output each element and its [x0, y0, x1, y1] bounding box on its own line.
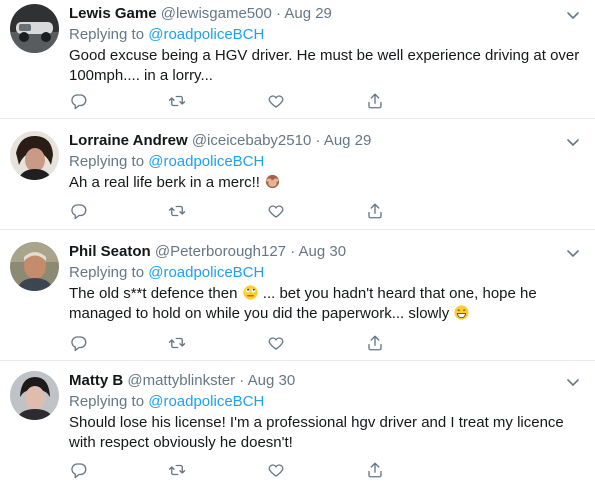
tweet-actions	[69, 91, 489, 111]
separator-dot: ·	[276, 5, 282, 22]
tweet-actions	[69, 333, 489, 353]
reply-icon[interactable]	[69, 91, 89, 111]
share-icon[interactable]	[365, 460, 385, 480]
replying-to-label: Replying to	[69, 26, 149, 43]
retweet-icon[interactable]	[167, 201, 187, 221]
tweet-header: Matty B @mattyblinkster · Aug 30	[69, 371, 581, 391]
separator-dot: ·	[290, 243, 296, 260]
avatar-image	[10, 371, 59, 420]
face-rolling-eyes-icon	[242, 284, 259, 301]
reply-timeline: Lewis Game @lewisgame500 · Aug 29 Replyi…	[0, 0, 595, 491]
tweet[interactable]: Phil Seaton @Peterborough127 · Aug 30 Re…	[0, 230, 595, 361]
tweet[interactable]: Lewis Game @lewisgame500 · Aug 29 Replyi…	[0, 0, 595, 119]
like-icon[interactable]	[266, 333, 286, 353]
retweet-icon[interactable]	[167, 460, 187, 480]
user-handle[interactable]: @lewisgame500	[161, 5, 272, 22]
tweet-actions	[69, 201, 489, 221]
share-icon[interactable]	[365, 201, 385, 221]
replying-to-label: Replying to	[69, 153, 149, 170]
replying-to: Replying to @roadpoliceBCH	[69, 152, 581, 172]
tweet-text-container: The old s**t defence then ... bet you ha…	[69, 284, 581, 324]
mention-link[interactable]: @roadpoliceBCH	[148, 153, 264, 170]
tweet[interactable]: Lorraine Andrew @iceicebaby2510 · Aug 29…	[0, 119, 595, 230]
tweet-text: Ah a real life berk in a merc!!	[69, 174, 265, 191]
display-name[interactable]: Lewis Game	[69, 5, 157, 22]
like-icon[interactable]	[266, 201, 286, 221]
display-name[interactable]: Lorraine Andrew	[69, 132, 188, 149]
tweet-date[interactable]: Aug 29	[324, 132, 372, 149]
separator-dot: ·	[315, 132, 321, 149]
replying-to-label: Replying to	[69, 393, 149, 410]
retweet-icon[interactable]	[167, 333, 187, 353]
tweet-date[interactable]: Aug 30	[299, 243, 347, 260]
display-name[interactable]: Phil Seaton	[69, 243, 151, 260]
tweet-date[interactable]: Aug 30	[248, 372, 296, 389]
tweet-header: Lorraine Andrew @iceicebaby2510 · Aug 29	[69, 131, 581, 151]
reply-icon[interactable]	[69, 201, 89, 221]
reply-icon[interactable]	[69, 333, 89, 353]
replying-to-label: Replying to	[69, 264, 149, 281]
tweet-date[interactable]: Aug 29	[284, 5, 332, 22]
like-icon[interactable]	[266, 91, 286, 111]
avatar-image	[10, 4, 59, 53]
mention-link[interactable]: @roadpoliceBCH	[148, 393, 264, 410]
replying-to: Replying to @roadpoliceBCH	[69, 263, 581, 283]
separator-dot: ·	[239, 372, 245, 389]
user-handle[interactable]: @mattyblinkster	[127, 372, 235, 389]
avatar[interactable]	[10, 131, 59, 180]
tweet-text: Good excuse being a HGV driver. He must …	[69, 47, 580, 84]
reply-icon[interactable]	[69, 460, 89, 480]
avatar[interactable]	[10, 242, 59, 291]
retweet-icon[interactable]	[167, 91, 187, 111]
share-icon[interactable]	[365, 333, 385, 353]
tweet-text: Should lose his license! I'm a professio…	[69, 414, 564, 451]
avatar[interactable]	[10, 4, 59, 53]
see-no-evil-monkey-icon	[264, 173, 281, 190]
tweet-text-container: Ah a real life berk in a merc!!	[69, 173, 581, 193]
grinning-face-icon	[453, 304, 470, 321]
avatar-image	[10, 242, 59, 291]
tweet[interactable]: Matty B @mattyblinkster · Aug 30 Replyin…	[0, 361, 595, 491]
replying-to: Replying to @roadpoliceBCH	[69, 392, 581, 412]
tweet-header: Phil Seaton @Peterborough127 · Aug 30	[69, 242, 581, 262]
tweet-text-part-1: The old s**t defence then	[69, 285, 242, 302]
user-handle[interactable]: @Peterborough127	[155, 243, 286, 260]
avatar[interactable]	[10, 371, 59, 420]
avatar-image	[10, 131, 59, 180]
tweet-header: Lewis Game @lewisgame500 · Aug 29	[69, 4, 581, 24]
mention-link[interactable]: @roadpoliceBCH	[148, 26, 264, 43]
share-icon[interactable]	[365, 91, 385, 111]
user-handle[interactable]: @iceicebaby2510	[192, 132, 311, 149]
like-icon[interactable]	[266, 460, 286, 480]
tweet-actions	[69, 460, 489, 480]
mention-link[interactable]: @roadpoliceBCH	[148, 264, 264, 281]
display-name[interactable]: Matty B	[69, 372, 123, 389]
replying-to: Replying to @roadpoliceBCH	[69, 25, 581, 45]
